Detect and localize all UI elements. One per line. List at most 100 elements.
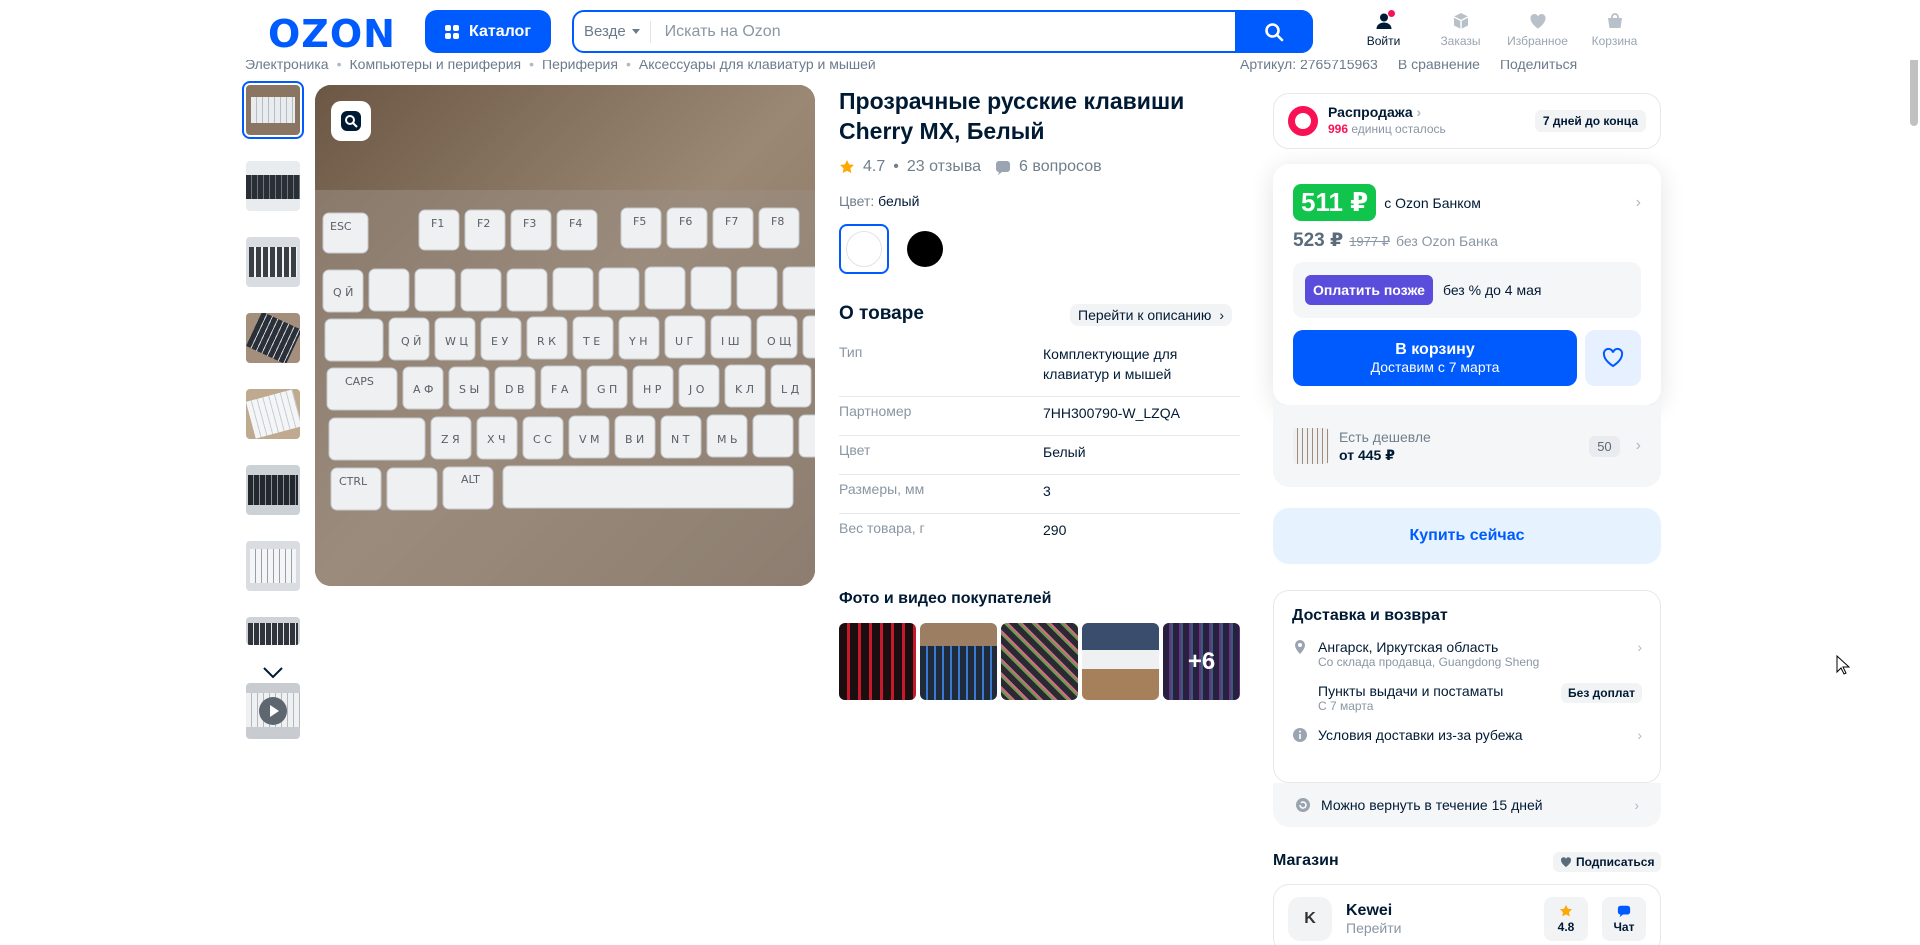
to-description-label: Перейти к описанию xyxy=(1078,307,1212,323)
image-search-button[interactable] xyxy=(331,101,371,141)
thumbnail[interactable] xyxy=(246,389,300,439)
shop-go-link[interactable]: Перейти xyxy=(1346,920,1401,936)
favorite-button[interactable] xyxy=(1585,330,1641,386)
catalog-label: Каталог xyxy=(469,22,531,40)
orders-button[interactable]: Заказы xyxy=(1422,12,1499,48)
spec-row: Вес товара, г 290 xyxy=(839,514,1240,552)
svg-text:U Г: U Г xyxy=(675,335,694,348)
buyer-photo[interactable] xyxy=(1082,623,1159,700)
question-icon xyxy=(996,161,1011,175)
thumbnail[interactable] xyxy=(246,313,300,363)
shop-avatar[interactable]: K xyxy=(1288,897,1332,941)
spec-row: Тип Комплектующие для клавиатур и мышей xyxy=(839,338,1240,397)
pay-later-button[interactable]: Оплатить позже xyxy=(1305,275,1433,305)
heart-icon xyxy=(1529,13,1546,29)
svg-text:T Е: T Е xyxy=(582,335,600,348)
thumbnail[interactable] xyxy=(246,465,300,515)
return-policy[interactable]: Можно вернуть в течение 15 дней › xyxy=(1273,783,1661,827)
reviews-link[interactable]: 23 отзыва xyxy=(907,158,981,176)
spec-row: Цвет Белый xyxy=(839,436,1240,475)
buyer-photo[interactable] xyxy=(920,623,997,700)
chevron-right-icon[interactable]: › xyxy=(1636,194,1641,212)
cheaper-price: от 445 ₽ xyxy=(1339,447,1395,463)
svg-text:ESC: ESC xyxy=(330,220,352,233)
search-button[interactable] xyxy=(1235,10,1313,53)
mouse-cursor-icon xyxy=(1836,655,1850,675)
sale-banner[interactable]: Распродажа › 996 единиц осталось 7 дней … xyxy=(1273,93,1661,149)
delivery-title: Доставка и возврат xyxy=(1292,607,1448,624)
price-card: 511 ₽ с Ozon Банком › 523 ₽ 1977 ₽ без O… xyxy=(1273,164,1661,405)
subscribe-label: Подписаться xyxy=(1576,855,1655,869)
svg-text:F3: F3 xyxy=(523,217,536,230)
svg-text:O Щ: O Щ xyxy=(767,335,791,348)
subscribe-button[interactable]: Подписаться xyxy=(1553,852,1662,872)
with-bank-label: с Ozon Банком xyxy=(1384,194,1481,211)
cheaper-offers[interactable]: Есть дешевле от 445 ₽ 50 › xyxy=(1273,405,1661,487)
shop-name[interactable]: Kewei xyxy=(1346,902,1401,920)
shop-card: K Kewei Перейти 4.8 Чат xyxy=(1273,884,1661,945)
thumbnail[interactable] xyxy=(246,617,300,645)
abroad-delivery-conditions[interactable]: Условия доставки из-за рубежа › xyxy=(1292,727,1642,743)
cart-label: Корзина xyxy=(1591,34,1638,48)
spec-value: 3 xyxy=(1043,483,1051,499)
main-product-photo[interactable]: ESC F1 F2 F3 F4 F5 F6 F7 F8 Q Й Q Й W Ц E У R К T Е Y… xyxy=(315,85,815,586)
delivery-location[interactable]: Ангарск, Иркутская область Со склада прод… xyxy=(1292,639,1642,669)
buyer-photo[interactable]: +6 xyxy=(1163,623,1240,700)
svg-text:F2: F2 xyxy=(477,217,490,230)
search-input[interactable] xyxy=(650,22,1311,41)
thumbnail[interactable] xyxy=(246,541,300,591)
thumbnail[interactable] xyxy=(242,81,304,139)
pay-later-block: Оплатить позже без % до 4 мая xyxy=(1293,262,1641,318)
svg-text:F5: F5 xyxy=(633,215,646,228)
svg-text:N Т: N Т xyxy=(671,433,690,446)
svg-text:A Ф: A Ф xyxy=(413,383,434,396)
without-bank-label: без Ozon Банка xyxy=(1396,233,1498,249)
questions-link[interactable]: 6 вопросов xyxy=(1019,158,1102,176)
play-icon xyxy=(259,697,287,725)
search-scope-select[interactable]: Везде xyxy=(574,20,651,43)
shop-rating: 4.8 xyxy=(1544,897,1588,941)
chevron-down-icon[interactable] xyxy=(262,666,284,680)
bank-price: 511 ₽ xyxy=(1293,184,1377,221)
thumbnail[interactable] xyxy=(246,161,300,211)
add-to-cart-button[interactable]: В корзину Доставим с 7 марта xyxy=(1293,330,1577,386)
delivery-date-label: Доставим с 7 марта xyxy=(1370,359,1500,375)
catalog-button[interactable]: Каталог xyxy=(425,10,551,53)
color-swatch-white[interactable] xyxy=(839,224,889,274)
pickup-label: Пункты выдачи и постаматы xyxy=(1318,683,1504,699)
svg-text:W Ц: W Ц xyxy=(445,335,468,348)
pickup-points[interactable]: Пункты выдачи и постаматы С 7 марта Без д… xyxy=(1292,683,1642,713)
svg-text:K Л: K Л xyxy=(735,383,754,396)
shop-chat-button[interactable]: Чат xyxy=(1602,897,1646,941)
chevron-right-icon: › xyxy=(1635,437,1641,454)
video-thumbnail[interactable] xyxy=(246,683,300,739)
favorites-button[interactable]: Избранное xyxy=(1499,12,1576,48)
login-button[interactable]: Войти xyxy=(1345,10,1422,48)
ozon-logo[interactable]: OZON xyxy=(268,12,396,56)
box-icon xyxy=(1453,13,1468,29)
shop-rating-value: 4.8 xyxy=(1557,920,1575,934)
svg-text:H Р: H Р xyxy=(643,383,662,396)
thumbnail[interactable] xyxy=(246,237,300,287)
spec-row: Партномер 7HH300790-W_LZQA xyxy=(839,397,1240,436)
svg-text:Y Н: Y Н xyxy=(628,335,648,348)
orders-label: Заказы xyxy=(1440,34,1481,48)
svg-text:F1: F1 xyxy=(431,217,444,230)
buyer-photos: +6 xyxy=(839,623,1240,700)
svg-text:F4: F4 xyxy=(569,217,582,230)
image-search-icon xyxy=(341,111,361,131)
return-label: Можно вернуть в течение 15 дней xyxy=(1321,797,1543,813)
buyer-photo[interactable] xyxy=(1001,623,1078,700)
svg-text:CAPS: CAPS xyxy=(345,375,374,388)
cheaper-count: 50 xyxy=(1589,435,1620,457)
svg-text:Q Й: Q Й xyxy=(333,286,353,299)
to-description-button[interactable]: Перейти к описанию › xyxy=(1070,304,1233,326)
svg-text:ALT: ALT xyxy=(461,473,480,486)
spec-row: Размеры, мм 3 xyxy=(839,475,1240,514)
buyer-photo[interactable] xyxy=(839,623,916,700)
color-swatch-black[interactable] xyxy=(900,224,950,274)
buy-now-button[interactable]: Купить сейчас xyxy=(1273,508,1661,564)
svg-text:X Ч: X Ч xyxy=(487,433,506,446)
abroad-label: Условия доставки из-за рубежа xyxy=(1318,727,1523,743)
cart-button[interactable]: Корзина xyxy=(1576,12,1653,48)
